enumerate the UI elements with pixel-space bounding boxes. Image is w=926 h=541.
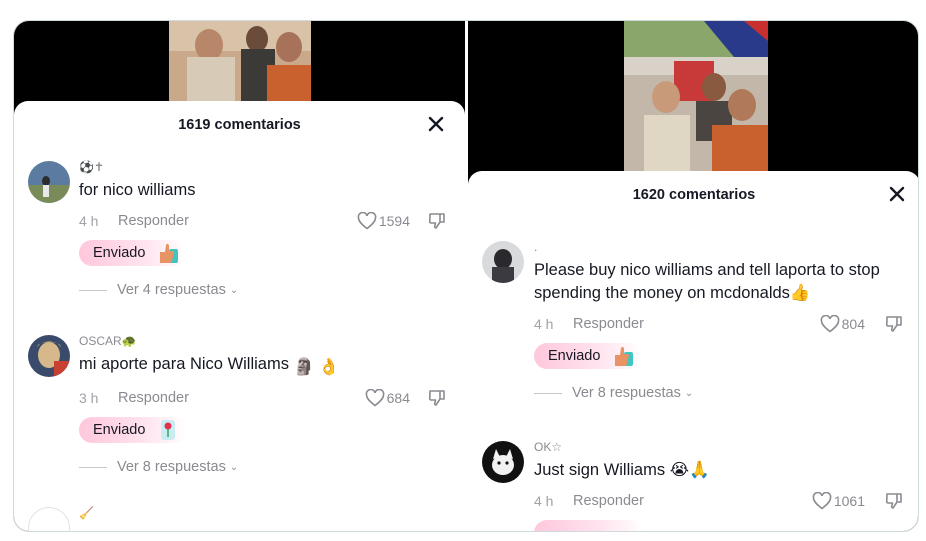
avatar[interactable] [28, 161, 70, 203]
comment-time: 4 h [534, 493, 554, 509]
view-replies-button[interactable]: Ver 8 respuestas ⌄ [534, 385, 902, 401]
avatar[interactable] [28, 507, 70, 531]
divider-line [534, 392, 562, 394]
view-replies-label: Ver 8 respuestas [572, 385, 681, 401]
gift-sent-chip[interactable]: Enviado [79, 240, 188, 266]
comment-text: Just sign Williams 😭🙏 [534, 461, 710, 479]
chevron-down-icon: ⌄ [684, 387, 694, 399]
rose-gift-icon [161, 420, 176, 440]
comment-time: 4 h [79, 213, 99, 229]
screenshot-left: 1619 comentarios ⚽✝ for nico williams 4 … [14, 21, 465, 531]
chip-label: Enviado [93, 245, 146, 261]
comment-time: 3 h [79, 390, 99, 406]
chip-label: Enviado [93, 422, 146, 438]
username[interactable]: . [534, 239, 902, 255]
view-replies-button[interactable]: Ver 4 respuestas ⌄ [79, 282, 447, 298]
heart-icon [812, 492, 832, 510]
view-replies-label: Ver 4 respuestas [117, 282, 226, 298]
comment-text: for nico williams [79, 181, 196, 199]
comment-body: . Please buy nico williams and tell lapo… [534, 239, 902, 401]
reply-button[interactable]: Responder [118, 213, 189, 229]
dislike-icon[interactable] [427, 388, 447, 408]
comments-sheet: 1619 comentarios ⚽✝ for nico williams 4 … [14, 101, 465, 531]
like-count: 804 [841, 316, 865, 332]
chip-label: Enviado [548, 348, 601, 364]
comment-body: ⚽✝ for nico williams 4 h Responder 1594 … [79, 159, 447, 298]
thumbs-up-gift-icon [615, 346, 634, 366]
screenshot-right: 1620 comentarios . Please buy nico willi… [468, 21, 918, 531]
heart-icon [357, 212, 377, 230]
reply-button[interactable]: Responder [573, 316, 644, 332]
username[interactable]: ⚽✝ [79, 159, 447, 175]
avatar[interactable] [482, 241, 524, 283]
view-replies-label: Ver 8 respuestas [117, 459, 226, 475]
comment-text: Please buy nico williams and tell laport… [534, 261, 880, 302]
gift-sent-chip[interactable] [534, 520, 644, 531]
view-replies-button[interactable]: Ver 8 respuestas ⌄ [79, 459, 447, 475]
thumbs-up-gift-icon [160, 243, 179, 263]
divider-line [79, 466, 107, 468]
comment-time: 4 h [534, 316, 554, 332]
comment-meta: 4 h Responder 804 [534, 313, 902, 335]
comment-body: OSCAR🐢 mi aporte para Nico Williams 🗿 👌 … [79, 333, 447, 475]
sheet-header: 1620 comentarios [468, 171, 918, 219]
comment-body: OK☆ Just sign Williams 😭🙏 4 h Responder … [534, 439, 902, 531]
dislike-icon[interactable] [427, 211, 447, 231]
comment-body: 🧹 [79, 505, 447, 521]
dislike-icon[interactable] [884, 314, 904, 334]
close-icon[interactable] [427, 115, 445, 133]
gift-sent-chip[interactable]: Enviado [79, 417, 188, 443]
comment-meta: 4 h Responder 1061 [534, 490, 902, 512]
username[interactable]: OSCAR🐢 [79, 333, 447, 349]
like-count: 1594 [378, 213, 410, 229]
like-button[interactable]: 684 [365, 389, 410, 407]
reply-button[interactable]: Responder [118, 390, 189, 406]
video-thumbnail[interactable] [624, 21, 768, 173]
like-count: 1061 [833, 493, 865, 509]
comment-text-content: mi aporte para Nico Williams [79, 355, 289, 373]
tweet-media-frame: 1619 comentarios ⚽✝ for nico williams 4 … [13, 20, 919, 532]
like-count: 684 [386, 390, 410, 406]
comment-meta: 3 h Responder 684 [79, 387, 447, 409]
heart-icon [820, 315, 839, 333]
comment-meta: 4 h Responder 1594 [79, 210, 447, 232]
username[interactable]: 🧹 [79, 505, 447, 521]
moai-emoji-icon: 🗿 [293, 358, 315, 376]
avatar[interactable] [28, 335, 70, 377]
reply-button[interactable]: Responder [573, 493, 644, 509]
comments-count-title: 1620 comentarios [632, 187, 756, 203]
divider-line [79, 289, 107, 291]
like-button[interactable]: 1594 [357, 212, 410, 230]
comments-sheet: 1620 comentarios . Please buy nico willi… [468, 171, 918, 531]
chevron-down-icon: ⌄ [229, 284, 239, 296]
heart-icon [365, 389, 384, 407]
video-thumbnail[interactable] [169, 21, 311, 105]
dislike-icon[interactable] [884, 491, 904, 511]
chevron-down-icon: ⌄ [229, 461, 239, 473]
like-button[interactable]: 804 [820, 315, 865, 333]
ok-hand-emoji-icon: 👌 [318, 358, 340, 376]
comment-text: mi aporte para Nico Williams 🗿 👌 [79, 353, 447, 379]
gift-sent-chip[interactable]: Enviado [534, 343, 643, 369]
comments-count-title: 1619 comentarios [178, 117, 301, 133]
like-button[interactable]: 1061 [812, 492, 865, 510]
sheet-header: 1619 comentarios [14, 101, 465, 149]
close-icon[interactable] [888, 185, 906, 203]
username[interactable]: OK☆ [534, 439, 902, 455]
avatar[interactable] [482, 441, 524, 483]
